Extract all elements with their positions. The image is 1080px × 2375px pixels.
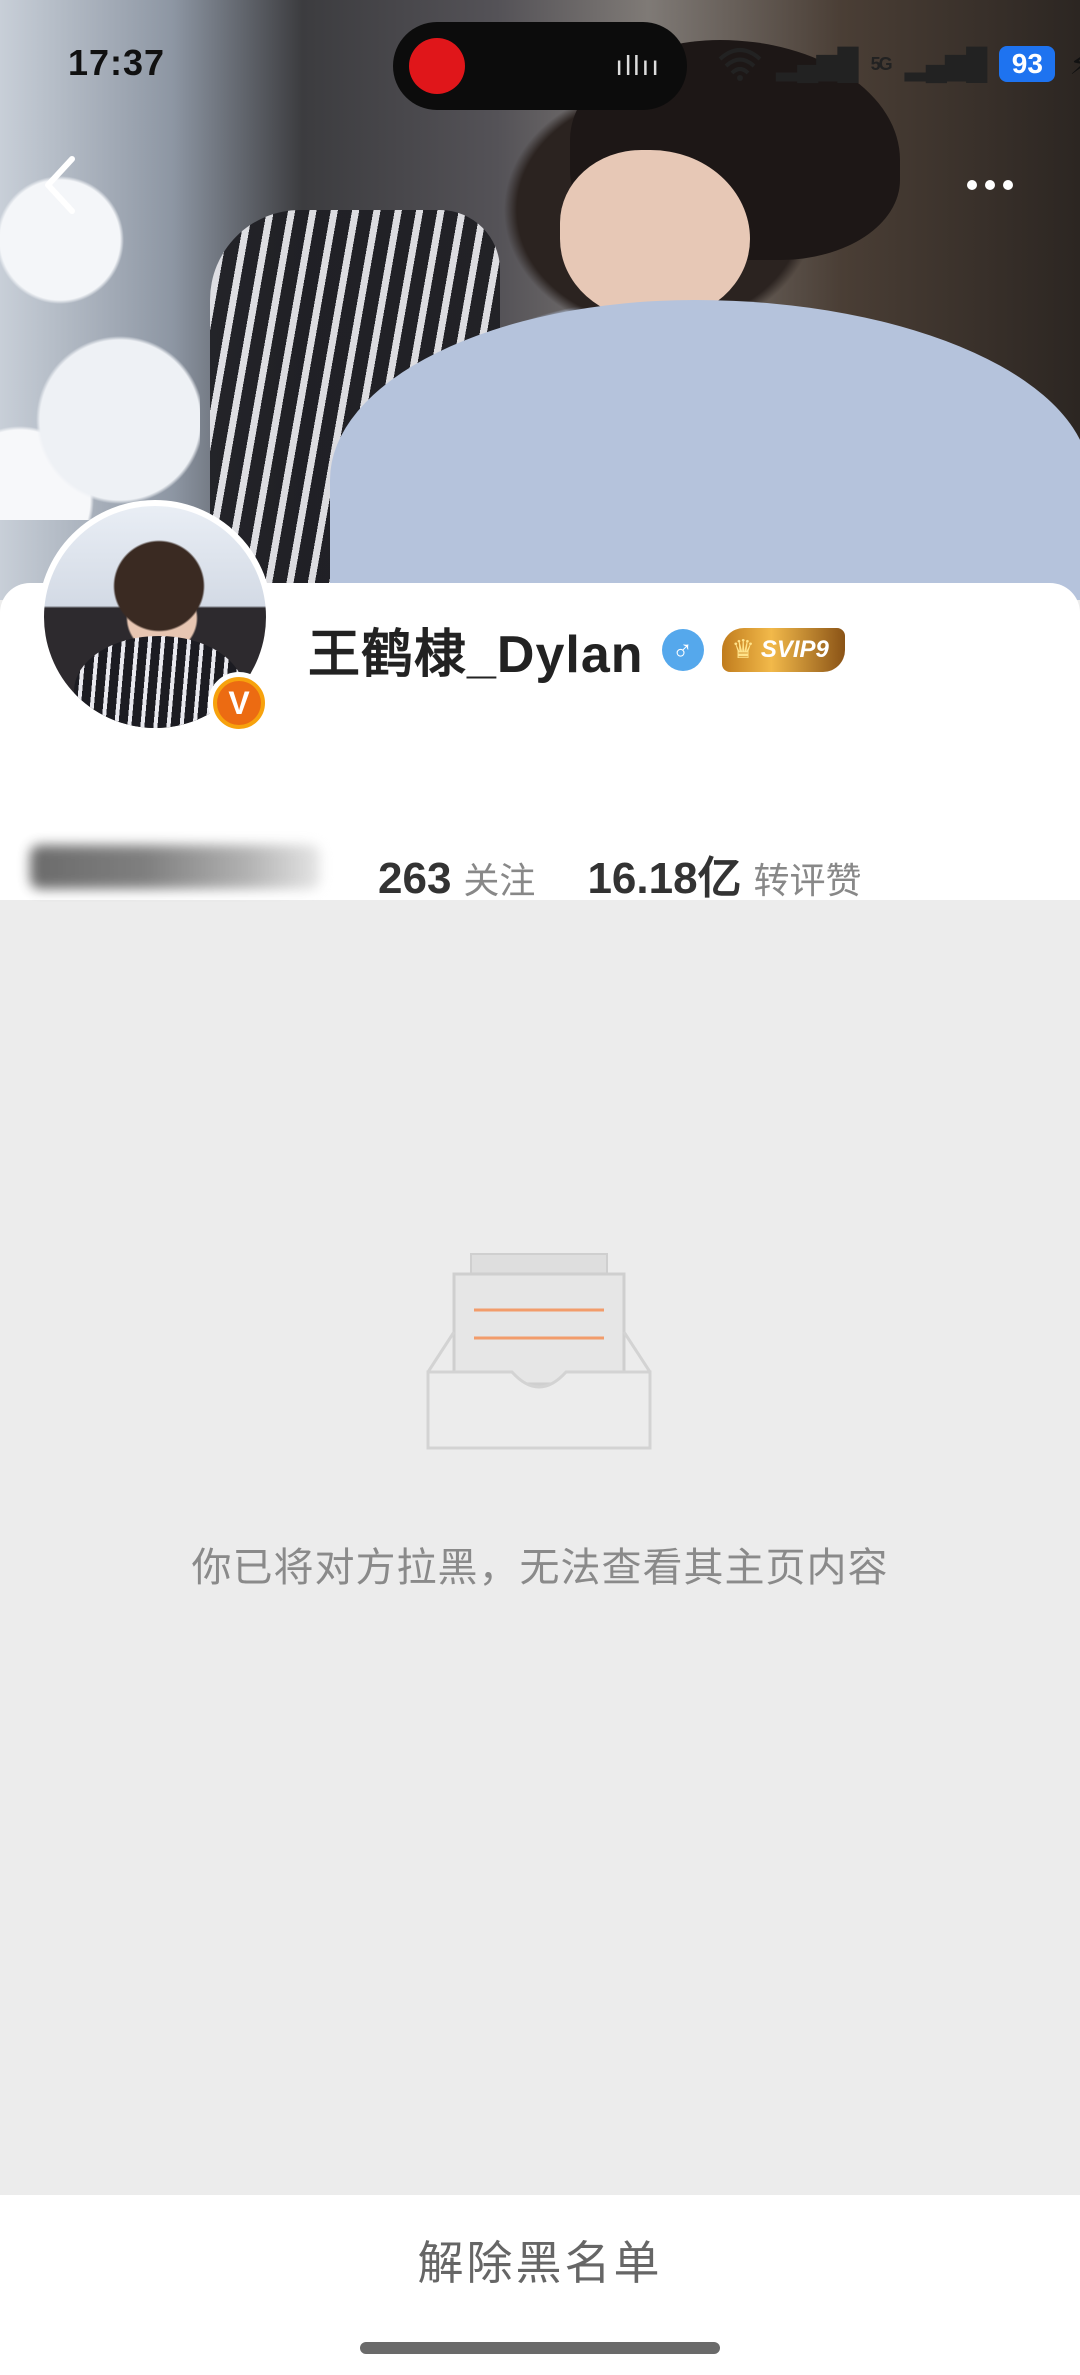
audio-wave-icon: ıllıı [615, 50, 661, 81]
interactions-label: 转评赞 [753, 860, 862, 901]
status-icons: ▂▄▆█ 5G ▂▄▆█ 93 ⚡ [718, 40, 1080, 88]
recording-indicator-icon [409, 38, 465, 94]
name-row: 王鹤棣_Dylan ♂ ♛ SVIP9 [308, 612, 845, 687]
back-button[interactable] [30, 140, 90, 230]
more-options-button[interactable] [950, 160, 1030, 210]
interactions-count: 16.18亿 [587, 854, 742, 903]
signal-icon: ▂▄▆█ [776, 47, 859, 81]
status-time: 17:37 [68, 42, 166, 83]
following-label[interactable]: 关注 [463, 852, 535, 904]
svip-label: SVIP9 [760, 635, 829, 663]
redacted-followers [30, 845, 320, 889]
dynamic-island: ıllıı [393, 22, 687, 110]
male-gender-icon: ♂ [661, 628, 704, 671]
verified-icon: V [208, 672, 270, 734]
crown-icon: ♛ [731, 634, 755, 664]
wifi-icon [718, 48, 762, 81]
blocked-message: 你已将对方拉黑，无法查看其主页内容 [191, 1546, 889, 1590]
unblock-button[interactable]: 解除黑名单 [0, 2195, 1080, 2325]
battery-level: 93 [999, 46, 1056, 82]
inbox-tray-icon [426, 1253, 652, 1450]
signal-icon-2: ▂▄▆█ [904, 47, 988, 81]
profile-name: 王鹤棣_Dylan [308, 626, 644, 684]
network-type: 5G [870, 53, 893, 74]
profile-page: 17:37 ıllıı ▂▄▆█ 5G ▂▄▆█ 93 ⚡ V 王鹤棣_Dyla… [0, 0, 1080, 2375]
svip-badge[interactable]: ♛ SVIP9 [721, 627, 845, 672]
chevron-left-icon [45, 156, 75, 214]
following-count[interactable]: 263 [378, 854, 451, 904]
more-horizontal-icon [967, 180, 977, 190]
home-indicator[interactable] [360, 2342, 720, 2354]
charging-icon: ⚡ [1069, 47, 1080, 81]
stats-row: 263 关注 16.18亿 转评赞 [30, 842, 914, 903]
